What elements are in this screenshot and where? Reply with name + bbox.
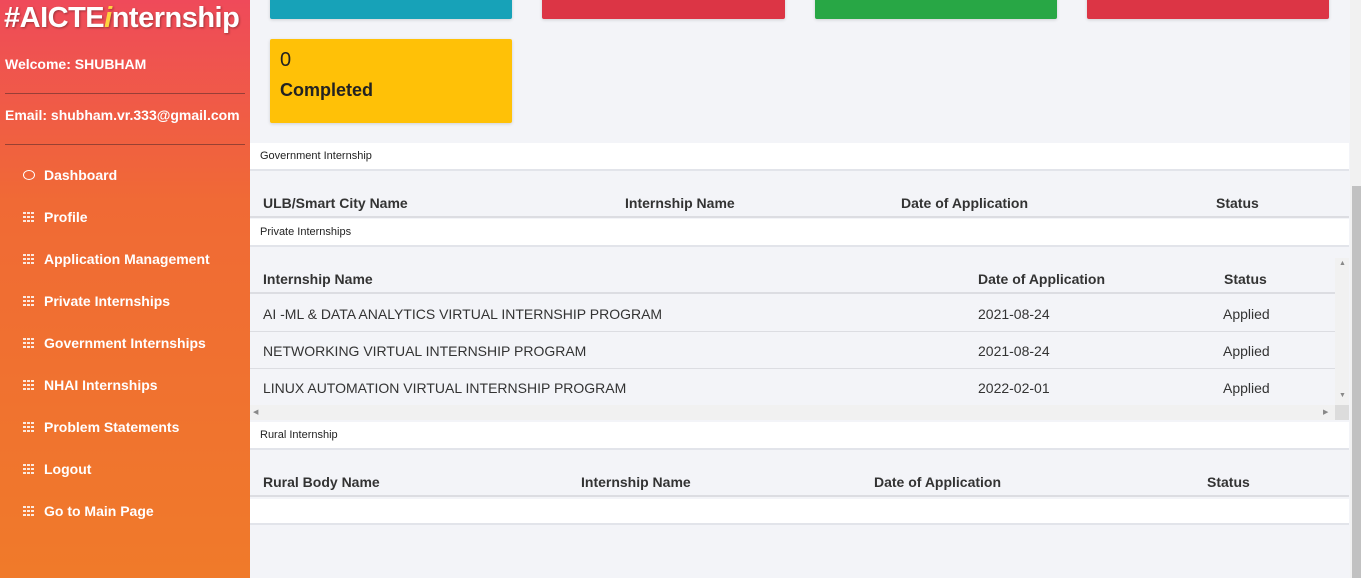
table-row[interactable]: AI -ML & DATA ANALYTICS VIRTUAL INTERNSH…	[250, 295, 1335, 332]
internship-name: LINUX AUTOMATION VIRTUAL INTERNSHIP PROG…	[263, 380, 627, 396]
grid-icon	[23, 212, 35, 222]
application-date: 2021-08-24	[978, 306, 1050, 322]
column-header: Date of Application	[901, 195, 1029, 211]
status-text: Applied	[1223, 306, 1270, 322]
column-header: Internship Name	[263, 271, 373, 287]
stat-card-red[interactable]	[542, 0, 785, 19]
completed-label: Completed	[280, 80, 374, 100]
column-header: Internship Name	[625, 195, 735, 211]
sidebar-item-application-management[interactable]: Application Management	[0, 238, 250, 280]
scroll-up-icon[interactable]: ▲	[1339, 260, 1346, 267]
grid-icon	[23, 464, 35, 474]
sidebar-item-dashboard[interactable]: Dashboard	[0, 154, 250, 196]
rural-table-body	[250, 499, 1349, 525]
sidebar-item-problem-statements[interactable]: Problem Statements	[0, 406, 250, 448]
rural-table-header: Rural Body Name Internship Name Date of …	[250, 453, 1349, 497]
grid-icon	[23, 296, 35, 306]
status-text: Applied	[1223, 343, 1270, 359]
sidebar: #AICTEinternship Welcome: SHUBHAM Email:…	[0, 0, 250, 578]
table-row[interactable]: NETWORKING VIRTUAL INTERNSHIP PROGRAM 20…	[250, 332, 1335, 369]
application-date: 2022-02-01	[978, 380, 1050, 396]
application-date: 2021-08-24	[978, 343, 1050, 359]
column-header: Rural Body Name	[263, 474, 380, 490]
sidebar-item-nhai-internships[interactable]: NHAI Internships	[0, 364, 250, 406]
sidebar-item-private-internships[interactable]: Private Internships	[0, 280, 250, 322]
sidebar-nav: Dashboard Profile Application Management…	[0, 154, 250, 532]
divider	[5, 144, 245, 145]
grid-icon	[23, 254, 35, 264]
completed-card[interactable]: 0 Completed	[270, 39, 512, 123]
completed-count: 0	[280, 49, 292, 71]
stat-card-teal[interactable]	[270, 0, 512, 19]
table-row[interactable]: LINUX AUTOMATION VIRTUAL INTERNSHIP PROG…	[250, 369, 1335, 406]
scroll-right-icon[interactable]: ▶	[1323, 408, 1328, 416]
table-vertical-scrollbar[interactable]: ▲ ▼	[1335, 258, 1349, 405]
stat-card-green[interactable]	[815, 0, 1057, 19]
internship-name: NETWORKING VIRTUAL INTERNSHIP PROGRAM	[263, 343, 587, 359]
private-table-header: Internship Name Date of Application Stat…	[250, 250, 1335, 294]
status-text: Applied	[1223, 380, 1270, 396]
circle-icon	[23, 170, 35, 180]
column-header: ULB/Smart City Name	[263, 195, 408, 211]
column-header: Status	[1216, 195, 1259, 211]
welcome-text: Welcome: SHUBHAM	[5, 56, 147, 72]
grid-icon	[23, 380, 35, 390]
column-header: Status	[1207, 474, 1250, 490]
rural-section-title: Rural Internship	[250, 422, 1349, 450]
sidebar-item-main-page[interactable]: Go to Main Page	[0, 490, 250, 532]
main-content: 0 Completed Government Internship ULB/Sm…	[250, 0, 1350, 578]
grid-icon	[23, 422, 35, 432]
grid-icon	[23, 506, 35, 516]
government-table-header: ULB/Smart City Name Internship Name Date…	[250, 174, 1349, 218]
private-section-title: Private Internships	[250, 219, 1349, 247]
column-header: Internship Name	[581, 474, 691, 490]
internship-name: AI -ML & DATA ANALYTICS VIRTUAL INTERNSH…	[263, 306, 663, 322]
page-scrollbar-thumb[interactable]	[1352, 186, 1361, 578]
table-horizontal-scrollbar[interactable]: ◀ ▶	[250, 405, 1335, 420]
email-text: Email: shubham.vr.333@gmail.com	[5, 107, 240, 123]
stat-card-red-2[interactable]	[1087, 0, 1329, 19]
column-header: Date of Application	[978, 271, 1106, 287]
sidebar-item-logout[interactable]: Logout	[0, 448, 250, 490]
divider	[5, 93, 245, 94]
scrollbar-corner	[1335, 405, 1349, 420]
scroll-down-icon[interactable]: ▼	[1339, 392, 1346, 399]
column-header: Date of Application	[874, 474, 1002, 490]
scroll-left-icon[interactable]: ◀	[253, 408, 258, 416]
brand-logo[interactable]: #AICTEinternship	[4, 2, 240, 35]
grid-icon	[23, 338, 35, 348]
government-section-title: Government Internship	[250, 143, 1349, 171]
column-header: Status	[1224, 271, 1267, 287]
sidebar-item-government-internships[interactable]: Government Internships	[0, 322, 250, 364]
sidebar-item-profile[interactable]: Profile	[0, 196, 250, 238]
